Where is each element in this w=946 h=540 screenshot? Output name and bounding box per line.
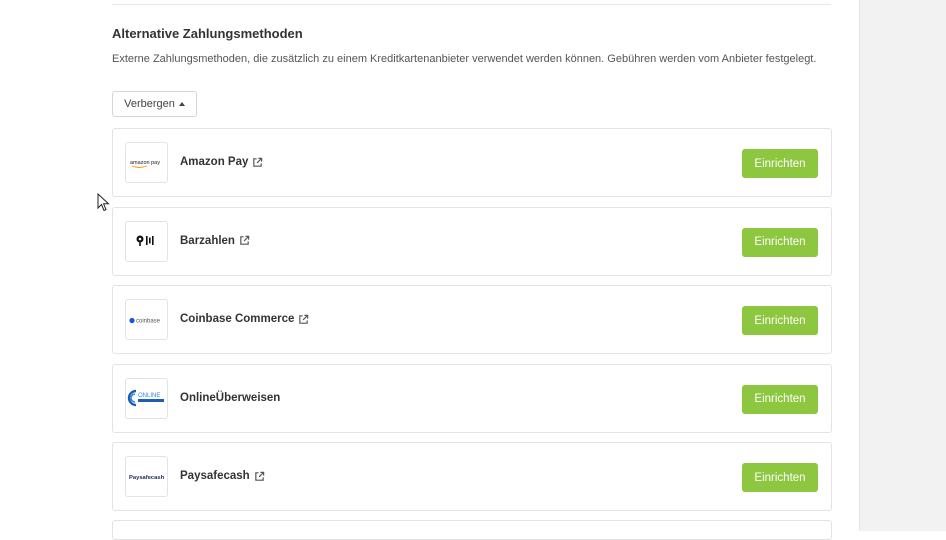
hide-toggle-button[interactable]: Verbergen [112,91,197,117]
coinbase-logo: coinbase [125,299,168,340]
hide-toggle-label: Verbergen [124,98,175,110]
external-link-icon[interactable] [298,314,309,325]
provider-card-amazon-pay: amazon pay Amazon Pay Einrichten [112,128,832,197]
provider-card-barzahlen: Barzahlen Einrichten [112,206,832,276]
provider-card-onlineueberweisen: ONLINE OnlineÜberweisen Einrichten [112,363,832,433]
amazon-pay-logo-text: amazon pay [130,160,160,166]
provider-name-coinbase-commerce[interactable]: Coinbase Commerce [180,313,309,325]
provider-name-barzahlen[interactable]: Barzahlen [180,235,250,247]
right-side-panel [859,0,946,531]
provider-card-paysafecash: Paysafecash Paysafecash Einrichten [112,442,832,511]
provider-name-paysafecash[interactable]: Paysafecash [180,470,265,482]
amazon-pay-logo-graphic: amazon pay [130,160,160,168]
provider-card-coinbase-commerce: coinbase Coinbase Commerce Einrichten [112,285,832,354]
amazon-pay-logo: amazon pay [125,142,168,183]
provider-name-amazon-pay[interactable]: Amazon Pay [180,156,263,168]
section-title: Alternative Zahlungsmethoden [112,26,303,41]
onlineueberweisen-logo: ONLINE [125,377,168,419]
external-link-icon[interactable] [252,157,263,168]
barzahlen-logo-graphic [136,235,154,246]
mouse-cursor-icon [97,193,110,212]
provider-name-text: Coinbase Commerce [180,313,295,325]
provider-name-text: Paysafecash [180,470,250,482]
paysafecash-logo: Paysafecash [125,456,168,497]
setup-button-amazon-pay[interactable]: Einrichten [742,149,818,178]
coinbase-logo-text: coinbase [136,318,161,324]
barzahlen-logo [125,220,168,262]
setup-button-coinbase-commerce[interactable]: Einrichten [742,306,818,335]
provider-name-text: OnlineÜberweisen [180,391,281,404]
provider-name-onlineueberweisen: OnlineÜberweisen [180,392,280,404]
paysafecash-logo-graphic: Paysafecash [129,475,165,481]
setup-button-paysafecash[interactable]: Einrichten [742,463,818,492]
coinbase-logo-graphic: coinbase [128,317,161,324]
top-divider [112,4,831,5]
external-link-icon[interactable] [239,235,250,246]
setup-button-onlineueberweisen[interactable]: Einrichten [742,384,818,414]
section-description: Externe Zahlungsmethoden, die zusätzlich… [112,53,817,65]
onlineueberweisen-logo-graphic: ONLINE [127,389,164,407]
onlineueberweisen-logo-text: ONLINE [138,393,160,399]
caret-up-icon [178,102,185,106]
provider-name-text: Barzahlen [180,234,235,247]
provider-list: amazon pay Amazon Pay Einrichten Barzahl… [112,128,832,521]
external-link-icon[interactable] [254,471,265,482]
paysafecash-logo-text: Paysafecash [129,475,165,481]
provider-card-partial [112,520,832,540]
provider-name-text: Amazon Pay [180,156,249,168]
setup-button-barzahlen[interactable]: Einrichten [742,227,818,257]
